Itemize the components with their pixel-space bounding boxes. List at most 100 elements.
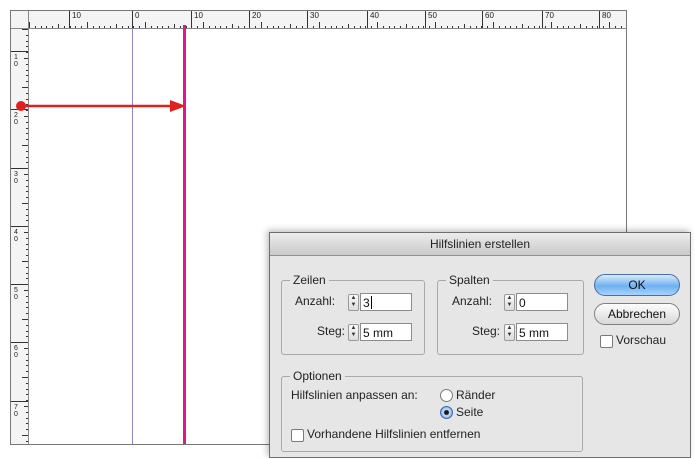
v-ruler-tick — [26, 208, 28, 210]
h-ruler-label: 60 — [485, 11, 494, 20]
h-ruler-tick — [232, 24, 233, 28]
h-ruler-tick — [278, 26, 280, 28]
v-ruler-tick — [26, 353, 28, 355]
v-ruler-tick — [26, 69, 28, 71]
h-ruler-tick — [330, 26, 332, 28]
columns-legend: Spalten — [449, 273, 490, 287]
v-ruler-tick — [26, 417, 28, 419]
h-ruler-tick — [493, 22, 494, 28]
h-ruler-tick — [359, 26, 361, 28]
h-ruler-tick — [58, 24, 59, 28]
column-guide[interactable] — [132, 29, 133, 444]
h-ruler-label: 40 — [370, 11, 379, 20]
columns-gutter-field[interactable]: 5 mm — [516, 323, 568, 341]
v-ruler-tick — [26, 313, 28, 315]
ruler-guide[interactable] — [183, 25, 186, 444]
v-ruler-tick — [26, 336, 28, 338]
rows-group: Zeilen — [281, 273, 425, 355]
v-ruler-tick — [24, 174, 28, 175]
h-ruler-tick — [469, 26, 471, 28]
h-ruler-tick — [551, 22, 552, 28]
v-ruler-tick — [26, 243, 28, 245]
columns-count-stepper[interactable]: ▲ ▼ — [504, 294, 515, 311]
h-ruler-major-tick — [482, 11, 483, 28]
v-ruler-tick — [26, 440, 28, 442]
v-ruler-major-tick — [11, 51, 28, 52]
h-ruler-tick — [336, 26, 338, 28]
v-ruler-tick — [26, 214, 28, 216]
vertical-ruler[interactable]: 1 0 2 0 3 0 4 0 5 0 6 0 7 0 — [11, 11, 29, 444]
h-ruler-tick — [34, 26, 36, 28]
h-ruler-tick — [394, 26, 396, 28]
preview-checkbox[interactable] — [600, 335, 613, 348]
v-ruler-tick — [26, 249, 28, 251]
v-ruler-tick — [26, 382, 28, 384]
horizontal-ruler[interactable]: 10 0 10 20 30 40 50 60 70 80 — [11, 11, 626, 29]
h-ruler-tick — [585, 26, 587, 28]
h-ruler-tick — [46, 26, 48, 28]
v-ruler-tick — [26, 156, 28, 158]
columns-gutter-stepper[interactable]: ▲ ▼ — [504, 324, 515, 341]
v-ruler-tick — [26, 359, 28, 361]
h-ruler-tick — [226, 26, 228, 28]
h-ruler-tick — [295, 26, 297, 28]
h-ruler-tick — [556, 26, 558, 28]
h-ruler-tick — [75, 26, 77, 28]
v-ruler-label: 4 0 — [14, 229, 18, 243]
v-ruler-tick — [26, 301, 28, 303]
margins-radio-label: Ränder — [456, 388, 496, 402]
h-ruler-tick — [504, 26, 506, 28]
h-ruler-tick — [174, 24, 175, 28]
columns-count-field[interactable]: 0 — [516, 293, 568, 311]
v-ruler-tick — [26, 179, 28, 181]
h-ruler-tick — [319, 22, 320, 28]
page-radio[interactable] — [440, 406, 453, 419]
rows-gutter-field[interactable]: 5 mm — [360, 323, 412, 341]
h-ruler-tick — [237, 26, 239, 28]
h-ruler-tick — [574, 26, 576, 28]
h-ruler-tick — [620, 26, 622, 28]
margins-radio[interactable] — [440, 389, 453, 402]
h-ruler-tick — [255, 26, 257, 28]
h-ruler-tick — [324, 26, 326, 28]
arrow-annotation — [16, 100, 186, 112]
h-ruler-tick — [353, 26, 355, 28]
v-ruler-tick — [22, 87, 28, 88]
h-ruler-major-tick — [425, 11, 426, 28]
columns-gutter-label: Steg: — [472, 324, 501, 338]
columns-count-label: Anzahl: — [452, 294, 493, 308]
columns-group: Spalten — [437, 273, 584, 355]
rows-count-stepper[interactable]: ▲ ▼ — [348, 294, 359, 311]
ok-button[interactable]: OK — [594, 274, 680, 296]
h-ruler-tick — [203, 22, 204, 28]
h-ruler-tick — [411, 26, 413, 28]
h-ruler-tick — [197, 26, 199, 28]
h-ruler-tick — [29, 22, 30, 28]
h-ruler-tick — [220, 26, 222, 28]
v-ruler-tick — [22, 261, 28, 262]
v-ruler-tick — [26, 307, 28, 309]
v-ruler-tick — [26, 324, 28, 326]
h-ruler-tick — [498, 26, 500, 28]
v-ruler-tick — [22, 435, 28, 436]
h-ruler-tick — [81, 26, 83, 28]
v-ruler-tick — [26, 371, 28, 373]
h-ruler-tick — [121, 26, 123, 28]
h-ruler-tick — [614, 26, 616, 28]
remove-existing-label: Vorhandene Hilfslinien entfernen — [307, 427, 481, 441]
v-ruler-tick — [26, 121, 28, 123]
ruler-origin-corner[interactable] — [11, 11, 29, 29]
v-ruler-tick — [26, 255, 28, 257]
rows-count-field[interactable]: 3 — [360, 293, 412, 311]
v-ruler-label: 5 0 — [14, 287, 18, 301]
h-ruler-tick — [435, 22, 436, 28]
rows-gutter-stepper[interactable]: ▲ ▼ — [348, 324, 359, 341]
h-ruler-tick — [87, 22, 88, 28]
h-ruler-label: 80 — [602, 11, 611, 20]
cancel-button[interactable]: Abbrechen — [594, 303, 680, 325]
h-ruler-tick — [127, 26, 129, 28]
v-ruler-tick — [26, 411, 28, 413]
remove-existing-checkbox[interactable] — [291, 429, 304, 442]
h-ruler-tick — [52, 26, 54, 28]
h-ruler-label: 0 — [135, 11, 140, 20]
